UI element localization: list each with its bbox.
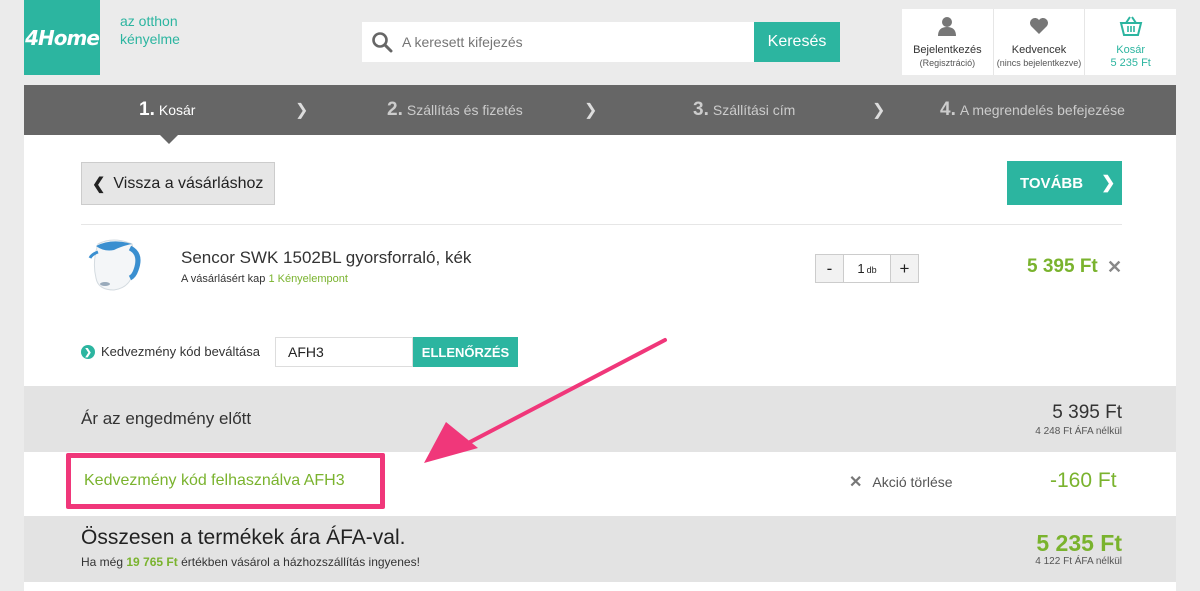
coupon-check-button[interactable]: ELLENŐRZÉS — [413, 337, 518, 367]
quantity-number: 1 — [857, 261, 865, 276]
chevron-right-icon: ❯ — [584, 102, 598, 119]
active-step-pointer — [160, 135, 178, 144]
next-button[interactable]: TOVÁBB ❯ — [1007, 161, 1122, 205]
chevron-left-icon: ❮ — [92, 175, 106, 193]
remove-item-icon[interactable]: ✕ — [1107, 257, 1122, 278]
quantity-stepper: - 1 db + — [815, 254, 919, 283]
step-address[interactable]: 3. Szállítási cím — [693, 85, 795, 135]
search-box — [362, 22, 754, 62]
increase-button[interactable]: + — [891, 255, 918, 282]
step-label: A megrendelés befejezése — [959, 102, 1125, 118]
login-link[interactable]: Bejelentkezés (Regisztráció) — [902, 9, 994, 75]
step-cart[interactable]: 1. Kosár — [139, 85, 195, 135]
coupon-arrow-icon: ❯ — [81, 345, 95, 359]
step-number: 1. — [139, 99, 155, 120]
free-shipping-note: Ha még 19 765 Ft értékben vásárol a házh… — [81, 555, 420, 569]
step-label: Szállítás és fizetés — [406, 102, 523, 118]
total-net: 4 122 Ft ÁFA nélkül — [1035, 556, 1122, 567]
cancel-discount-button[interactable]: ✕ Akció törlése — [849, 472, 953, 492]
favorites-link[interactable]: Kedvencek (nincs bejelentkezve) — [994, 9, 1086, 75]
chevron-right-icon: ❯ — [872, 102, 886, 119]
back-label: Vissza a vásárláshoz — [113, 174, 264, 192]
chevron-right-icon: ❯ — [1101, 173, 1116, 192]
product-name[interactable]: Sencor SWK 1502BL gyorsforraló, kék — [181, 248, 471, 268]
discount-amount: -160 Ft — [1050, 469, 1117, 492]
step-label: Szállítási cím — [712, 102, 796, 118]
step-label: Kosár — [158, 102, 196, 118]
chevron-right-icon: ❯ — [295, 102, 309, 119]
cart-label: Kosár — [1116, 44, 1146, 56]
checkout-steps: 1. Kosár ❯ 2. Szállítás és fizetés ❯ 3. … — [24, 85, 1176, 135]
cart-total: 5 235 Ft — [1110, 57, 1151, 69]
before-net: 4 248 Ft ÁFA nélkül — [1035, 426, 1122, 437]
total-label: Összesen a termékek ára ÁFA-val. — [81, 526, 406, 549]
step-finish[interactable]: 4. A megrendelés befejezése — [940, 85, 1125, 135]
user-icon — [937, 16, 957, 41]
close-icon: ✕ — [849, 474, 863, 491]
user-box: Bejelentkezés (Regisztráció) Kedvencek (… — [902, 9, 1176, 75]
cancel-label: Akció törlése — [872, 474, 953, 490]
step-shipping-payment[interactable]: 2. Szállítás és fizetés — [387, 85, 523, 135]
points-prefix: A vásárlásért kap — [181, 273, 266, 285]
step-number: 3. — [693, 99, 709, 120]
favorites-label: Kedvencek — [1011, 44, 1067, 56]
back-to-shopping-button[interactable]: ❮ Vissza a vásárláshoz — [81, 162, 275, 205]
step-number: 4. — [940, 99, 956, 120]
points-value: 1 Kényelempont — [268, 273, 348, 285]
discount-applied-label: Kedvezmény kód felhasználva AFH3 — [66, 453, 385, 509]
search-input[interactable] — [402, 34, 742, 50]
next-label: TOVÁBB — [1020, 174, 1084, 192]
logo[interactable]: 4Home — [24, 0, 100, 75]
search-button[interactable]: Keresés — [754, 22, 840, 62]
search-icon — [362, 31, 402, 53]
total-amount: 5 235 Ft — [1036, 530, 1122, 556]
basket-icon — [1119, 16, 1143, 41]
product-image[interactable] — [80, 232, 146, 298]
divider — [81, 224, 1122, 225]
free-prefix: Ha még — [81, 555, 124, 569]
price-before-discount-row: Ár az engedmény előtt 5 395 Ft 4 248 Ft … — [24, 386, 1176, 452]
login-label: Bejelentkezés — [913, 44, 982, 56]
step-number: 2. — [387, 99, 403, 120]
free-suffix: értékben vásárol a házhozszállítás ingye… — [181, 555, 420, 569]
before-amount: 5 395 Ft — [1052, 402, 1122, 423]
product-points: A vásárlásért kap 1 Kényelempont — [181, 273, 348, 285]
favorites-sub: (nincs bejelentkezve) — [996, 58, 1082, 68]
cart-link[interactable]: Kosár 5 235 Ft — [1085, 9, 1176, 75]
before-label: Ár az engedmény előtt — [81, 409, 252, 428]
coupon-label[interactable]: Kedvezmény kód beváltása — [101, 344, 260, 359]
quantity-unit: db — [866, 265, 877, 275]
free-amount: 19 765 Ft — [126, 555, 178, 569]
decrease-button[interactable]: - — [816, 255, 843, 282]
quantity-value[interactable]: 1 db — [843, 255, 891, 282]
tagline: az otthon kényelme — [120, 13, 180, 47]
heart-icon — [1029, 16, 1049, 41]
coupon-input[interactable] — [275, 337, 413, 367]
total-row: Összesen a termékek ára ÁFA-val. Ha még … — [24, 516, 1176, 582]
register-label[interactable]: (Regisztráció) — [920, 58, 976, 68]
product-price: 5 395 Ft — [1027, 256, 1098, 277]
